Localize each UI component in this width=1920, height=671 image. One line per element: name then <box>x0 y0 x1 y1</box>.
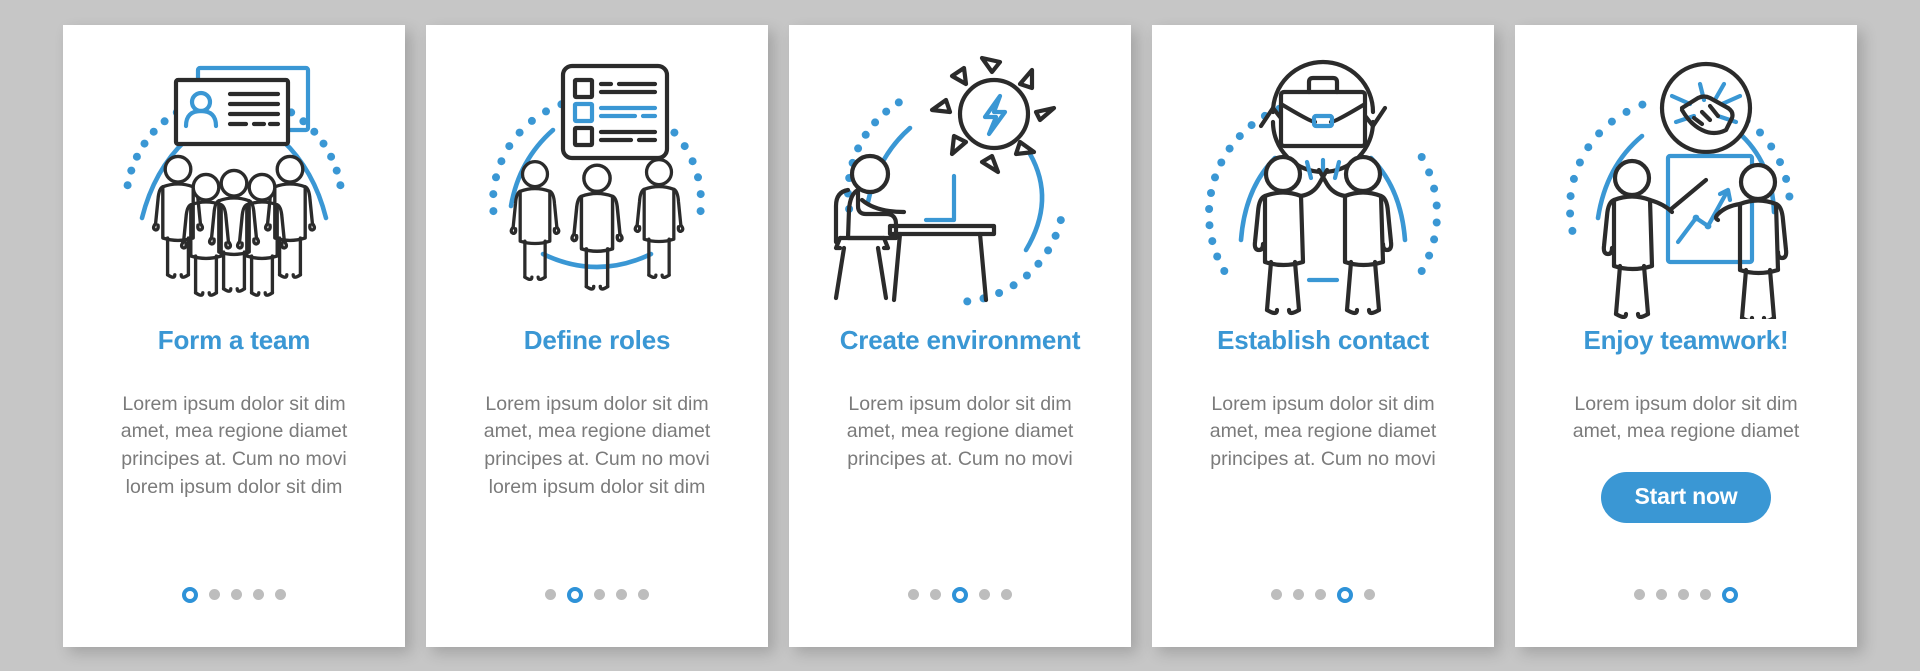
pagination-dot-active[interactable] <box>952 586 968 603</box>
pagination-dot[interactable] <box>275 589 286 600</box>
pagination-dot[interactable] <box>908 589 919 600</box>
card-title: Define roles <box>523 324 671 355</box>
pagination-dot[interactable] <box>1001 589 1012 600</box>
pagination-dot[interactable] <box>1634 589 1645 600</box>
onboarding-card-enjoy-teamwork: Enjoy teamwork! Lorem ipsum dolor sit dim… <box>1515 24 1857 647</box>
pagination-dot[interactable] <box>209 589 220 600</box>
pagination-dot-active[interactable] <box>182 586 198 603</box>
card-title: Form a team <box>157 324 311 355</box>
pagination-dots <box>1152 586 1494 603</box>
onboarding-card-establish-contact: Establish contact Lorem ipsum dolor sit d… <box>1152 24 1494 647</box>
pagination-dot[interactable] <box>1315 589 1326 600</box>
card-title: Enjoy teamwork! <box>1583 324 1789 355</box>
card-description: Lorem ipsum dolor sit dim amet, mea regi… <box>846 392 1074 470</box>
card-description: Lorem ipsum dolor sit dim amet, mea regi… <box>1572 392 1800 443</box>
pagination-dot[interactable] <box>1656 589 1667 600</box>
start-now-button[interactable]: Start now <box>1600 471 1772 523</box>
pagination-dot[interactable] <box>638 589 649 600</box>
pagination-dot[interactable] <box>1293 589 1304 600</box>
onboarding-card-define-roles: Define roles Lorem ipsum dolor sit dim am… <box>426 24 768 647</box>
high-five-briefcase-cycle-icon <box>1152 25 1494 325</box>
pagination-dot[interactable] <box>594 589 605 600</box>
person-at-desk-sun-lightning-icon <box>789 25 1131 325</box>
pagination-dot[interactable] <box>253 589 264 600</box>
pagination-dot[interactable] <box>930 589 941 600</box>
card-title: Create environment <box>839 324 1081 355</box>
pagination-dot-active[interactable] <box>1337 586 1353 603</box>
card-title: Establish contact <box>1217 324 1429 355</box>
cta-container: Start now <box>1515 471 1857 523</box>
pagination-dots <box>426 586 768 603</box>
card-description: Lorem ipsum dolor sit dim amet, mea regi… <box>483 392 711 498</box>
checklist-document-three-people-icon <box>426 25 768 325</box>
pagination-dot[interactable] <box>1678 589 1689 600</box>
handshake-presentation-board-icon <box>1515 25 1857 325</box>
pagination-dots <box>63 586 405 603</box>
pagination-dot[interactable] <box>1271 589 1282 600</box>
pagination-dots <box>789 586 1131 603</box>
team-people-id-card-icon <box>63 25 405 325</box>
card-description: Lorem ipsum dolor sit dim amet, mea regi… <box>120 392 348 498</box>
pagination-dot[interactable] <box>1364 589 1375 600</box>
onboarding-screens: Form a team Lorem ipsum dolor sit dim ame… <box>0 0 1920 671</box>
card-description: Lorem ipsum dolor sit dim amet, mea regi… <box>1209 392 1437 470</box>
pagination-dot[interactable] <box>979 589 990 600</box>
pagination-dot[interactable] <box>616 589 627 600</box>
onboarding-card-form-a-team: Form a team Lorem ipsum dolor sit dim ame… <box>63 24 405 647</box>
pagination-dot-active[interactable] <box>567 586 583 603</box>
pagination-dot[interactable] <box>231 589 242 600</box>
pagination-dot[interactable] <box>545 589 556 600</box>
onboarding-card-create-environment: Create environment Lorem ipsum dolor sit … <box>789 24 1131 647</box>
pagination-dots <box>1515 586 1857 603</box>
pagination-dot[interactable] <box>1700 589 1711 600</box>
pagination-dot-active[interactable] <box>1722 586 1738 603</box>
